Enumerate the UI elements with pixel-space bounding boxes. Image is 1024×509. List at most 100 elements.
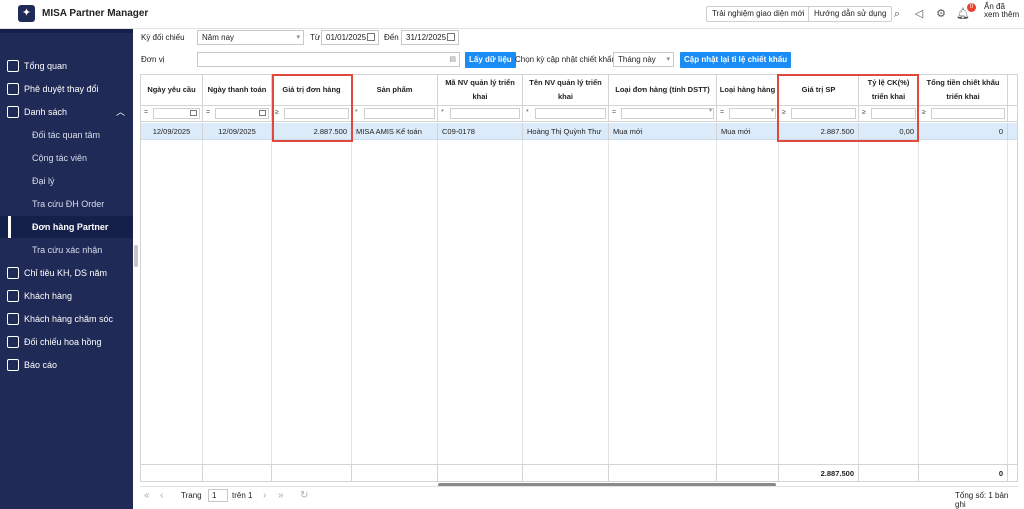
first-page-icon[interactable]: «: [144, 490, 150, 501]
highlight-order-value: [272, 74, 353, 142]
cell-item-type: Mua mới: [717, 123, 779, 140]
target-icon: [7, 267, 19, 279]
dropdown-icon: ▤: [449, 56, 456, 63]
home-icon: [7, 60, 19, 72]
totals-row: 2.887.500 0: [141, 464, 1017, 482]
page-number-input[interactable]: 1: [208, 489, 228, 502]
chevron-down-icon: ▾: [666, 56, 670, 63]
notification-badge: 0: [967, 3, 976, 12]
next-page-icon[interactable]: ›: [263, 490, 266, 501]
chevron-down-icon: ▾: [296, 34, 300, 41]
sidebar-subitem-partner-orders[interactable]: Đơn hàng Partner: [0, 216, 133, 238]
calendar-icon[interactable]: [447, 33, 455, 41]
sidebar-item-approval[interactable]: Phê duyệt thay đổi: [0, 78, 133, 100]
sidebar-subitem-partners-of-interest[interactable]: Đối tác quan tâm: [0, 124, 133, 146]
sidebar-collapse-handle[interactable]: [134, 245, 138, 267]
total-order-value: [272, 465, 352, 482]
sidebar-item-label: Cộng tác viên: [32, 153, 88, 163]
sidebar-subitem-agents[interactable]: Đại lý: [0, 170, 133, 192]
discount-period-select[interactable]: Tháng này ▾: [613, 52, 674, 67]
total-product-value: 2.887.500: [779, 465, 859, 482]
filter-input[interactable]: [450, 108, 520, 119]
period-select-value: Năm nay: [202, 33, 235, 42]
sidebar-item-commission[interactable]: Đối chiếu hoa hồng: [0, 331, 133, 353]
column-header[interactable]: Tổng tiền chiết khấu triển khai: [919, 75, 1008, 105]
period-label: Kỳ đối chiếu: [141, 33, 185, 42]
list-icon: [7, 106, 19, 118]
prev-page-icon[interactable]: ‹: [160, 490, 163, 501]
highlight-product-value-discount: [777, 74, 919, 142]
search-icon[interactable]: ⌕: [890, 7, 904, 21]
sidebar-item-label: Tra cứu xác nhận: [32, 245, 103, 255]
try-new-ui-button[interactable]: Trải nghiệm giao diện mới: [706, 6, 811, 22]
customer-icon: [7, 290, 19, 302]
app-title: MISA Partner Manager: [42, 8, 149, 19]
sidebar-item-label: Tổng quan: [24, 61, 68, 71]
from-label: Từ: [310, 33, 321, 42]
chevron-up-icon[interactable]: ︿: [116, 101, 125, 123]
last-page-icon[interactable]: »: [278, 490, 284, 501]
sidebar-item-customer-care[interactable]: Khách hàng chăm sóc: [0, 308, 133, 330]
sidebar-item-list[interactable]: Danh sách ︿: [0, 101, 133, 123]
refresh-icon[interactable]: ↻: [300, 490, 308, 501]
sidebar-item-overview[interactable]: Tổng quan: [0, 55, 133, 77]
filter-select[interactable]: [621, 108, 714, 119]
from-date-field[interactable]: 01/01/2025: [321, 30, 379, 45]
sidebar-item-label: Chỉ tiêu KH, DS năm: [24, 268, 108, 278]
report-icon: [7, 359, 19, 371]
cell-payment-date: 12/09/2025: [203, 123, 272, 140]
page-label: Trang: [181, 491, 202, 500]
from-date-value: 01/01/2025: [326, 33, 367, 42]
column-header[interactable]: Loại đơn hàng (tính DSTT): [609, 75, 717, 105]
page-of-label: trên 1: [232, 491, 253, 500]
calendar-icon[interactable]: [259, 110, 266, 116]
filter-input[interactable]: [535, 108, 606, 119]
sidebar-subitem-collaborators[interactable]: Cộng tác viên: [0, 147, 133, 169]
calendar-icon[interactable]: [367, 33, 375, 41]
cell-discount-total: 0: [919, 123, 1008, 140]
sidebar-item-label: Đơn hàng Partner: [32, 222, 109, 232]
top-bar: ✦ MISA Partner Manager Trải nghiệm giao …: [0, 0, 1024, 29]
sidebar-item-customers[interactable]: Khách hàng: [0, 285, 133, 307]
column-header[interactable]: Mã NV quản lý triển khai: [438, 75, 523, 105]
filter-input[interactable]: [364, 108, 435, 119]
load-data-button[interactable]: Lấy dữ liệu: [465, 52, 516, 68]
filter-input[interactable]: [931, 108, 1005, 119]
update-discount-button[interactable]: Cập nhật lại tỉ lệ chiết khấu: [680, 52, 792, 68]
sidebar-item-label: Phê duyệt thay đổi: [24, 84, 99, 94]
column-header[interactable]: Tên NV quản lý triển khai: [523, 75, 609, 105]
sidebar-item-label: Đối tác quan tâm: [32, 130, 101, 140]
sidebar: Tổng quan Phê duyệt thay đổi Danh sách ︿…: [0, 29, 133, 509]
cell-product: MISA AMIS Kế toán: [352, 123, 438, 140]
commission-icon: [7, 336, 19, 348]
column-header[interactable]: Ngày yêu cầu: [141, 75, 203, 105]
discount-period-label: Chọn kỳ cập nhật chiết khấu: [515, 55, 616, 64]
pager: « ‹ Trang 1 trên 1 › » ↻ Tổng số: 1 bản …: [140, 486, 1018, 509]
cell-manager-code: C09-0178: [438, 123, 523, 140]
to-date-value: 31/12/2025: [406, 33, 447, 42]
total-discount: 0: [919, 465, 1008, 482]
sidebar-item-reports[interactable]: Báo cáo: [0, 354, 133, 376]
column-header[interactable]: Loại hàng hàng: [717, 75, 779, 105]
to-label: Đến: [384, 33, 399, 42]
chevron-down-icon: ▾: [708, 108, 712, 114]
period-select[interactable]: Năm nay ▾: [197, 30, 304, 45]
unit-label: Đơn vị: [141, 55, 165, 64]
unit-select[interactable]: ▤: [197, 52, 460, 67]
filter-select[interactable]: [729, 108, 776, 119]
sidebar-item-targets[interactable]: Chỉ tiêu KH, DS năm: [0, 262, 133, 284]
column-header[interactable]: Ngày thanh toán: [203, 75, 272, 105]
cell-order-type: Mua mới: [609, 123, 717, 140]
gear-icon[interactable]: ⚙: [934, 7, 948, 21]
user-guide-button[interactable]: Hướng dẫn sử dụng: [808, 6, 893, 22]
care-icon: [7, 313, 19, 325]
sidebar-subitem-order-lookup[interactable]: Tra cứu ĐH Order: [0, 193, 133, 215]
app-logo-icon: ✦: [18, 5, 35, 22]
megaphone-icon[interactable]: ◁: [912, 7, 926, 21]
to-date-field[interactable]: 31/12/2025: [401, 30, 459, 45]
user-name[interactable]: Ẩn đã xem thêm: [984, 3, 1022, 19]
column-header[interactable]: Sản phẩm: [352, 75, 438, 105]
calendar-icon[interactable]: [190, 110, 197, 116]
sidebar-subitem-confirmation-lookup[interactable]: Tra cứu xác nhận: [0, 239, 133, 261]
total-records-label: Tổng số: 1 bản ghi: [955, 491, 1009, 509]
